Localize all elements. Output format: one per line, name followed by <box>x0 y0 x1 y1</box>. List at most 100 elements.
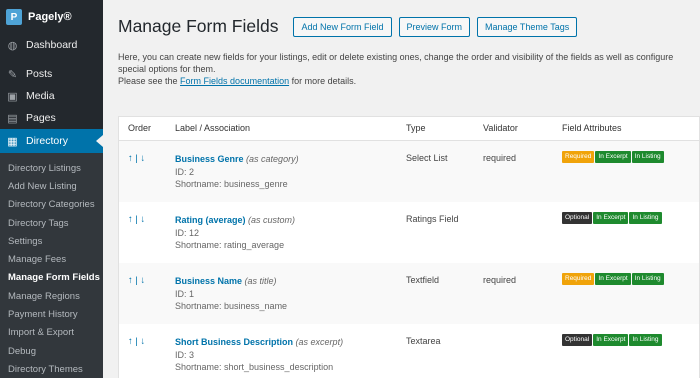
submenu-item-import-export[interactable]: Import & Export <box>0 324 103 342</box>
field-attributes: Required In Excerpt In Listing <box>562 151 664 163</box>
intro-line-1: Here, you can create new fields for your… <box>118 52 674 74</box>
field-label-cell: Rating (average) (as custom) ID: 12 Shortn… <box>175 214 295 252</box>
intro-text: Here, you can create new fields for your… <box>118 51 696 87</box>
brand[interactable]: P Pagely® <box>0 0 103 34</box>
field-type: Textfield <box>406 275 440 285</box>
manage-theme-tags-button[interactable]: Manage Theme Tags <box>477 16 578 37</box>
reorder-arrows-icon[interactable]: ↑ | ↓ <box>128 153 145 164</box>
column-header-validator: Validator <box>483 123 518 133</box>
field-name-link[interactable]: Business Name <box>175 276 242 286</box>
field-validator: required <box>483 153 517 163</box>
field-id: ID: 3 <box>175 349 195 360</box>
submenu-item-manage-form-fields[interactable]: Manage Form Fields <box>0 269 103 287</box>
field-name-line: Business Genre (as category) <box>175 153 299 166</box>
sidebar-item-posts[interactable]: ✎ Posts <box>0 63 103 85</box>
column-header-order: Order <box>128 123 152 133</box>
badge-in-excerpt: In Excerpt <box>595 151 631 163</box>
badge-optional: Optional <box>562 212 593 224</box>
sidebar-item-label: Media <box>26 90 55 102</box>
field-validator: required <box>483 275 517 285</box>
badge-required: Required <box>562 151 595 163</box>
preview-form-button[interactable]: Preview Form <box>398 16 471 37</box>
field-shortname: Shortname: short_business_description <box>175 362 334 372</box>
pages-icon: ▤ <box>7 112 18 125</box>
column-header-label: Label / Association <box>175 123 251 133</box>
field-shortname: Shortname: business_name <box>175 301 288 311</box>
directory-icon: ▦ <box>7 135 18 148</box>
badge-required: Required <box>562 273 595 285</box>
field-type: Select List <box>406 153 448 163</box>
intro-line-2: Please see the Form Fields documentation… <box>118 76 357 86</box>
submenu-item-payment-history[interactable]: Payment History <box>0 305 103 323</box>
submenu-item-debug[interactable]: Debug <box>0 342 103 360</box>
directory-submenu: Directory Listings Add New Listing Directo… <box>0 153 103 378</box>
submenu-item-directory-themes[interactable]: Directory Themes <box>0 360 103 378</box>
brand-name: Pagely® <box>28 11 72 23</box>
sidebar-item-label: Posts <box>26 68 53 80</box>
sidebar-item-dashboard[interactable]: ◍ Dashboard <box>0 34 103 56</box>
field-id: ID: 2 <box>175 166 195 177</box>
add-new-form-field-button[interactable]: Add New Form Field <box>293 16 392 37</box>
page-title: Manage Form Fields <box>118 16 279 36</box>
table-row: ↑ | ↓ Short Business Description (as exce… <box>119 324 699 378</box>
admin-sidebar: P Pagely® ◍ Dashboard ✎ Posts ▣ Media ▤ Pages … <box>0 0 103 378</box>
table-row: ↑ | ↓ Rating (average) (as custom) ID: 12 S… <box>119 202 699 263</box>
dashboard-icon: ◍ <box>7 39 18 52</box>
pagely-logo-icon: P <box>6 9 22 25</box>
reorder-arrows-icon[interactable]: ↑ | ↓ <box>128 275 145 286</box>
field-association: (as category) <box>246 154 299 164</box>
field-name-line: Short Business Description (as excerpt) <box>175 336 343 349</box>
pin-icon: ✎ <box>7 68 18 81</box>
page-header: Manage Form Fields Add New Form Field Pr… <box>118 16 578 37</box>
sidebar-item-directory[interactable]: ▦ Directory <box>0 129 103 153</box>
submenu-item-directory-categories[interactable]: Directory Categories <box>0 196 103 214</box>
field-label-cell: Short Business Description (as excerpt) I… <box>175 336 343 374</box>
column-header-attributes: Field Attributes <box>562 123 622 133</box>
badge-in-listing: In Listing <box>629 212 662 224</box>
field-label-cell: Business Name (as title) ID: 1 Shortname: … <box>175 275 287 313</box>
field-name-link[interactable]: Short Business Description <box>175 337 293 347</box>
field-association: (as custom) <box>248 215 296 225</box>
field-type: Ratings Field <box>406 214 459 224</box>
badge-in-excerpt: In Excerpt <box>595 273 631 285</box>
reorder-arrows-icon[interactable]: ↑ | ↓ <box>128 214 145 225</box>
field-association: (as excerpt) <box>295 337 344 347</box>
field-id: ID: 12 <box>175 227 200 238</box>
badge-in-excerpt: In Excerpt <box>593 334 629 346</box>
main-content: Manage Form Fields Add New Form Field Pr… <box>103 0 700 378</box>
field-id: ID: 1 <box>175 288 195 299</box>
field-name-link[interactable]: Rating (average) <box>175 215 246 225</box>
submenu-item-manage-regions[interactable]: Manage Regions <box>0 287 103 305</box>
sidebar-item-pages[interactable]: ▤ Pages <box>0 107 103 129</box>
field-attributes: Required In Excerpt In Listing <box>562 273 664 285</box>
reorder-arrows-icon[interactable]: ↑ | ↓ <box>128 336 145 347</box>
submenu-item-directory-tags[interactable]: Directory Tags <box>0 214 103 232</box>
submenu-item-add-new-listing[interactable]: Add New Listing <box>0 177 103 195</box>
submenu-item-settings[interactable]: Settings <box>0 232 103 250</box>
sidebar-item-label: Dashboard <box>26 39 78 51</box>
media-icon: ▣ <box>7 90 18 103</box>
field-name-link[interactable]: Business Genre <box>175 154 244 164</box>
form-fields-documentation-link[interactable]: Form Fields documentation <box>180 76 289 86</box>
field-label-cell: Business Genre (as category) ID: 2 Shortna… <box>175 153 299 191</box>
field-shortname: Shortname: rating_average <box>175 240 285 250</box>
field-attributes: Optional In Excerpt In Listing <box>562 212 662 224</box>
badge-in-excerpt: In Excerpt <box>593 212 629 224</box>
submenu-item-manage-fees[interactable]: Manage Fees <box>0 250 103 268</box>
field-name-line: Business Name (as title) <box>175 275 287 288</box>
field-type: Textarea <box>406 336 441 346</box>
field-shortname: Shortname: business_genre <box>175 179 288 189</box>
submenu-item-directory-listings[interactable]: Directory Listings <box>0 159 103 177</box>
field-name-line: Rating (average) (as custom) <box>175 214 295 227</box>
column-header-type: Type <box>406 123 426 133</box>
table-header: Order Label / Association Type Validator… <box>119 117 699 141</box>
badge-in-listing: In Listing <box>631 273 664 285</box>
sidebar-item-media[interactable]: ▣ Media <box>0 85 103 107</box>
table-row: ↑ | ↓ Business Name (as title) ID: 1 Shortn… <box>119 263 699 324</box>
field-attributes: Optional In Excerpt In Listing <box>562 334 662 346</box>
form-fields-table: Order Label / Association Type Validator… <box>118 116 700 378</box>
field-association: (as title) <box>244 276 277 286</box>
badge-in-listing: In Listing <box>631 151 664 163</box>
sidebar-item-label: Directory <box>26 135 69 147</box>
badge-in-listing: In Listing <box>629 334 662 346</box>
